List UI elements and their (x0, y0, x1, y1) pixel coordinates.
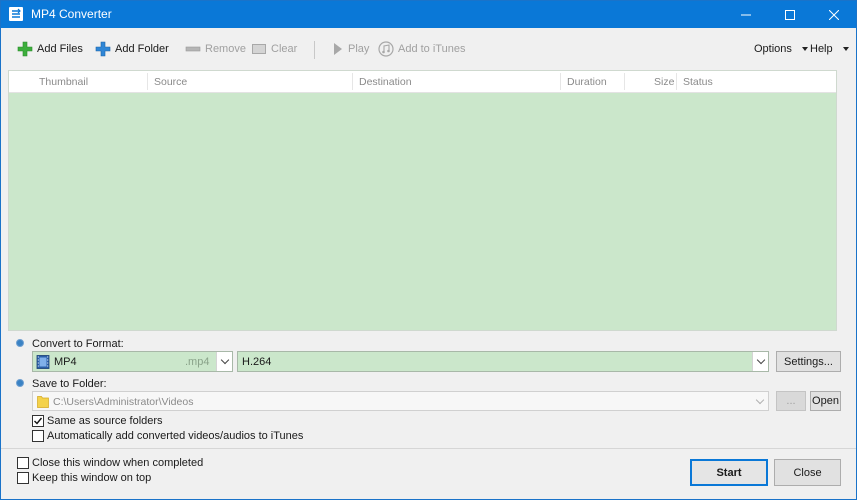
title-bar[interactable]: MP4 Converter (1, 1, 856, 28)
clear-label: Clear (271, 43, 298, 55)
section-bullet-icon (16, 339, 24, 347)
keep-on-top-label: Keep this window on top (32, 472, 152, 484)
column-header-destination[interactable]: Destination (359, 76, 412, 88)
chevron-down-icon (756, 355, 765, 365)
section-bullet-icon (16, 379, 24, 387)
file-list-header: Thumbnail Source Destination Duration Si… (9, 71, 836, 93)
keep-on-top-checkbox[interactable]: Keep this window on top (17, 472, 151, 484)
column-header-size[interactable]: Size (654, 76, 674, 88)
add-folder-icon (95, 41, 111, 57)
plus-icon (17, 41, 33, 57)
column-header-source[interactable]: Source (154, 76, 187, 88)
close-button[interactable]: Close (774, 459, 841, 486)
minimize-icon (741, 14, 751, 15)
column-divider (560, 73, 561, 90)
convert-format-label: Convert to Format: (32, 338, 124, 350)
minimize-button[interactable] (724, 1, 768, 28)
clear-icon (252, 44, 266, 54)
help-menu[interactable]: Help (810, 39, 849, 59)
column-header-duration[interactable]: Duration (567, 76, 607, 88)
add-files-label: Add Files (37, 43, 83, 55)
minus-icon (185, 46, 201, 52)
browse-folder-button[interactable]: ... (776, 391, 806, 411)
chevron-down-icon (801, 47, 808, 51)
options-label: Options (754, 43, 792, 55)
add-to-itunes-label: Add to iTunes (398, 43, 466, 55)
auto-add-itunes-label: Automatically add converted videos/audio… (47, 430, 304, 442)
save-folder-input[interactable]: C:\Users\Administrator\Videos (32, 391, 769, 411)
open-folder-button[interactable]: Open (810, 391, 841, 411)
play-button[interactable]: Play (332, 39, 369, 59)
file-list[interactable]: Thumbnail Source Destination Duration Si… (8, 70, 837, 331)
remove-label: Remove (205, 43, 246, 55)
checkmark-icon (34, 417, 43, 425)
auto-add-itunes-checkbox[interactable]: Automatically add converted videos/audio… (32, 430, 303, 442)
codec-value: H.264 (242, 356, 272, 368)
maximize-button[interactable] (768, 1, 812, 28)
window-title: MP4 Converter (31, 7, 112, 21)
clear-button[interactable]: Clear (251, 39, 297, 59)
toolbar-separator (314, 41, 315, 59)
codec-select[interactable]: H.264 (237, 351, 769, 372)
column-divider (676, 73, 677, 90)
add-folder-button[interactable]: Add Folder (95, 39, 169, 59)
same-as-source-checkbox[interactable]: Same as source folders (32, 415, 163, 427)
film-icon (36, 355, 50, 369)
remove-button[interactable]: Remove (185, 39, 246, 59)
checkbox-box[interactable] (32, 415, 44, 427)
column-header-status[interactable]: Status (683, 76, 713, 88)
format-dropdown-arrow[interactable] (216, 352, 232, 371)
chevron-down-icon (755, 395, 765, 404)
toolbar: Add Files Add Folder Remove Clear Play A… (1, 28, 856, 70)
checkbox-box[interactable] (17, 472, 29, 484)
column-divider (147, 73, 148, 90)
folder-icon (37, 396, 49, 408)
add-files-button[interactable]: Add Files (17, 39, 83, 59)
close-when-completed-checkbox[interactable]: Close this window when completed (17, 457, 203, 469)
chevron-down-icon (842, 47, 849, 51)
save-folder-label: Save to Folder: (32, 378, 107, 390)
checkbox-box[interactable] (32, 430, 44, 442)
maximize-icon (785, 9, 795, 20)
play-icon (334, 43, 342, 55)
close-icon (829, 9, 839, 20)
checkbox-box[interactable] (17, 457, 29, 469)
folder-dropdown-arrow[interactable] (753, 392, 767, 410)
help-label: Help (810, 43, 833, 55)
column-divider (624, 73, 625, 90)
play-label: Play (348, 43, 370, 55)
format-extension: .mp4 (185, 356, 210, 368)
save-folder-path: C:\Users\Administrator\Videos (53, 396, 194, 408)
column-divider (352, 73, 353, 90)
column-header-thumbnail[interactable]: Thumbnail (39, 76, 88, 88)
main-window: MP4 Converter Add Files Add Folder Remov… (0, 0, 857, 500)
footer-divider (1, 448, 856, 449)
format-select[interactable]: MP4 .mp4 (32, 351, 233, 372)
close-when-completed-label: Close this window when completed (32, 457, 204, 469)
add-to-itunes-button[interactable]: Add to iTunes (378, 39, 465, 59)
start-button[interactable]: Start (690, 459, 768, 486)
settings-button[interactable]: Settings... (776, 351, 841, 372)
options-menu[interactable]: Options (754, 39, 808, 59)
music-note-icon (378, 41, 394, 57)
chevron-down-icon (220, 355, 229, 365)
format-name: MP4 (54, 356, 77, 368)
app-icon (9, 7, 23, 21)
add-folder-label: Add Folder (115, 43, 169, 55)
close-window-button[interactable] (812, 1, 856, 28)
codec-dropdown-arrow[interactable] (752, 352, 768, 371)
same-as-source-label: Same as source folders (47, 415, 163, 427)
